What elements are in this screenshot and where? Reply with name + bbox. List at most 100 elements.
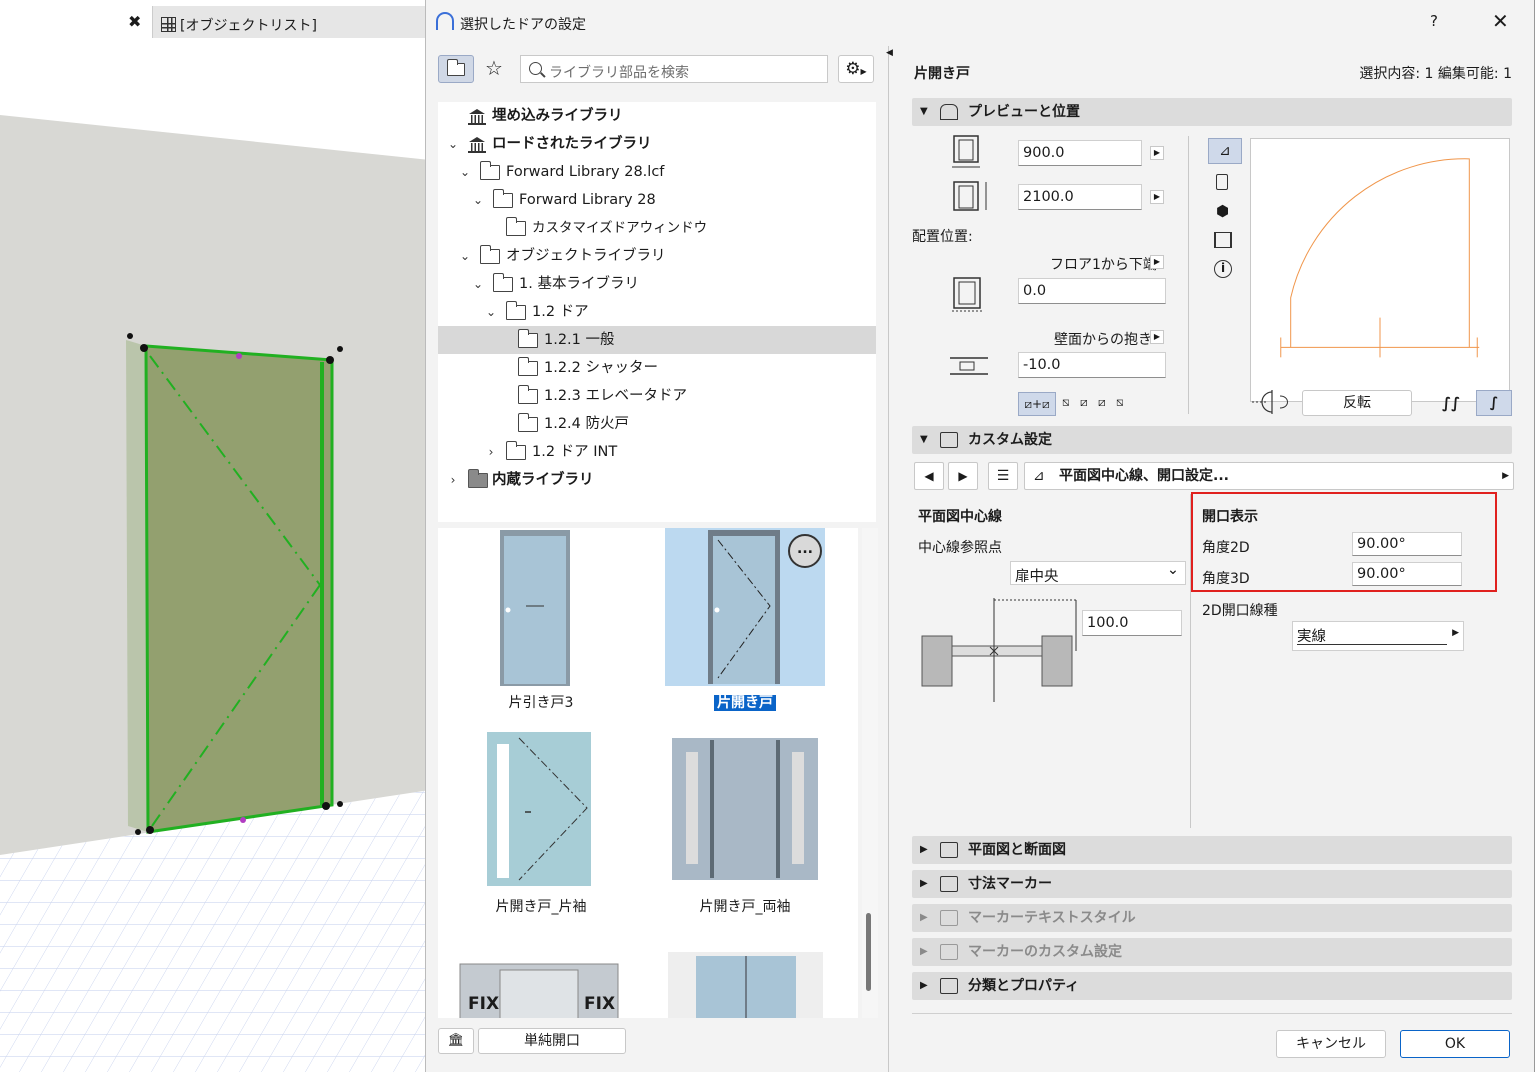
tree-item[interactable]: 1.2.3 エレベータドア	[438, 382, 876, 410]
library-search-input[interactable]: ライブラリ部品を検索	[520, 55, 828, 83]
help-button[interactable]: ?	[1430, 12, 1438, 30]
triangle-right-icon: ▶	[920, 946, 928, 957]
gear-icon: ⚙	[845, 59, 861, 79]
tree-item-selected[interactable]: 1.2.1 一般	[438, 326, 876, 354]
triangle-right-icon: ▶	[920, 878, 928, 889]
chevron-down-icon[interactable]: ⌄	[471, 186, 485, 214]
width-input[interactable]: 900.0	[1018, 140, 1142, 166]
line-type-select[interactable]: 実線 ▶	[1292, 621, 1464, 651]
wall-reveal-input[interactable]: -10.0	[1018, 352, 1166, 378]
pane-collapse-icon[interactable]: ◀	[886, 48, 893, 58]
anchor-option-icon[interactable]: ⧅	[1116, 395, 1124, 410]
section-classification[interactable]: ▶ 分類とプロパティ	[912, 972, 1512, 1000]
section-marker-text-style[interactable]: ▶ マーカーテキストスタイル	[912, 904, 1512, 932]
prev-page-button[interactable]: ◀	[914, 462, 944, 490]
folder-icon	[506, 301, 526, 320]
close-tab-icon[interactable]: ✖	[128, 12, 141, 31]
tree-item[interactable]: ⌄ 1.2 ドア	[438, 298, 876, 326]
thumbnail-double-door[interactable]	[666, 950, 826, 1018]
chevron-right-icon[interactable]: ›	[446, 466, 460, 494]
tree-item[interactable]: ⌄ Forward Library 28.lcf	[438, 158, 876, 186]
centerline-offset-input[interactable]: 100.0	[1082, 610, 1182, 636]
tree-item[interactable]: 1.2.4 防火戸	[438, 410, 876, 438]
thumbnails-scrollbar[interactable]	[862, 528, 878, 1018]
section-label: マーカーのカスタム設定	[968, 944, 1122, 960]
section-plan-section[interactable]: ▶ 平面図と断面図	[912, 836, 1512, 864]
chevron-down-icon[interactable]: ⌄	[458, 242, 472, 270]
thumbnail-label: 片引き戸3	[508, 695, 574, 711]
folder-icon	[518, 329, 538, 348]
tab-object-list[interactable]: [オブジェクトリスト]	[152, 6, 427, 38]
tree-item[interactable]: 1.2.2 シャッター	[438, 354, 876, 382]
tree-item-label: Forward Library 28	[519, 192, 656, 208]
tree-item[interactable]: カスタマイズドアウィンドウ	[438, 214, 876, 242]
anchor-option-icon[interactable]: ⧅	[1062, 395, 1070, 410]
chevron-down-icon[interactable]: ⌄	[458, 158, 472, 186]
wall-reference-button[interactable]: ▶	[1150, 330, 1164, 344]
3d-view-icon[interactable]: ⬢	[1216, 202, 1236, 222]
mirror-left-icon[interactable]: ∫∫	[1442, 394, 1460, 412]
next-page-button[interactable]: ▶	[948, 462, 978, 490]
height-options-button[interactable]: ▶	[1150, 190, 1164, 204]
chevron-down-icon[interactable]: ⌄	[446, 130, 460, 158]
tree-item[interactable]: ⌄ ロードされたライブラリ	[438, 130, 876, 158]
tree-item[interactable]: ⌄ Forward Library 28	[438, 186, 876, 214]
info-icon[interactable]: i	[1214, 260, 1232, 278]
tree-item[interactable]: ⌄ 1. 基本ライブラリ	[438, 270, 876, 298]
elevation-view-icon[interactable]	[1216, 174, 1228, 190]
thumbnail-sliding-door[interactable]	[488, 528, 628, 688]
flip-icon[interactable]	[1250, 388, 1296, 416]
plan-section-icon	[940, 842, 958, 858]
anchor-option-icon[interactable]: ⧄	[1098, 395, 1106, 410]
table-icon	[161, 17, 176, 32]
chevron-down-icon[interactable]: ⌄	[471, 270, 485, 298]
thumbnail-door-double-sidelight[interactable]	[670, 734, 820, 884]
door-preview-icon	[940, 104, 958, 120]
flip-button[interactable]: 反転	[1302, 390, 1412, 416]
angle-2d-label: 角度2D	[1202, 540, 1250, 556]
door-3d-model[interactable]	[126, 333, 343, 835]
anchor-center-button[interactable]: ⧄+⧄	[1018, 392, 1056, 416]
door-settings-dialog: 選択したドアの設定 ? ✕ ☆ ライブラリ部品を検索 ⚙▶ ◀ 埋め込みライブラ…	[425, 0, 1535, 1072]
folder-view-button[interactable]	[438, 55, 474, 83]
section-custom-settings[interactable]: ▼ カスタム設定	[912, 426, 1512, 454]
cancel-button[interactable]: キャンセル	[1276, 1030, 1386, 1058]
page-selector[interactable]: ⊿ 平面図中心線、開口設定... ▶	[1024, 462, 1514, 490]
floor-reference-button[interactable]: ▶	[1150, 255, 1164, 269]
floor-offset-input[interactable]: 0.0	[1018, 278, 1166, 304]
section-preview-position[interactable]: ▼ プレビューと位置	[912, 98, 1512, 126]
tree-item[interactable]: ⌄ オブジェクトライブラリ	[438, 242, 876, 270]
triangle-down-icon: ▼	[920, 106, 928, 117]
thumbnail-label-selected: 片開き戸	[660, 692, 830, 712]
scrollbar-thumb[interactable]	[866, 913, 871, 991]
page-list-button[interactable]: ☰	[988, 462, 1018, 490]
thumbnail-hinged-door[interactable]	[700, 528, 800, 688]
thumbnail-door-sidelight[interactable]	[483, 730, 623, 890]
angle-3d-input[interactable]: 90.00°	[1352, 562, 1462, 586]
section-dimension-marker[interactable]: ▶ 寸法マーカー	[912, 870, 1512, 898]
simple-opening-button[interactable]: 単純開口	[478, 1028, 626, 1054]
favorites-button[interactable]: ☆	[480, 55, 508, 83]
tree-item[interactable]: › 内蔵ライブラリ	[438, 466, 876, 494]
height-input[interactable]: 2100.0	[1018, 184, 1142, 210]
plan-view-icon[interactable]: ⊿	[1208, 138, 1242, 164]
mirror-right-icon[interactable]: ∫	[1476, 390, 1512, 416]
more-options-button[interactable]: ...	[788, 534, 822, 568]
library-settings-button[interactable]: ⚙▶	[838, 55, 874, 83]
width-options-button[interactable]: ▶	[1150, 146, 1164, 160]
close-button[interactable]: ✕	[1492, 9, 1509, 33]
section-marker-custom[interactable]: ▶ マーカーのカスタム設定	[912, 938, 1512, 966]
ok-button[interactable]: OK	[1400, 1030, 1510, 1058]
folder-icon	[493, 273, 513, 292]
angle-2d-input[interactable]: 90.00°	[1352, 532, 1462, 556]
section-view-icon[interactable]	[1214, 232, 1232, 248]
tree-item[interactable]: › 1.2 ドア INT	[438, 438, 876, 466]
library-manager-button[interactable]: 🏛	[438, 1028, 474, 1054]
door-plan-preview	[1250, 138, 1510, 402]
tree-item[interactable]: 埋め込みライブラリ	[438, 102, 876, 130]
chevron-right-icon[interactable]: ›	[484, 438, 498, 466]
anchor-option-icon[interactable]: ⧄	[1080, 395, 1088, 410]
opening-display-title: 開口表示	[1202, 509, 1258, 525]
chevron-down-icon[interactable]: ⌄	[484, 298, 498, 326]
centerline-ref-select[interactable]: 扉中央 ⌄	[1010, 561, 1186, 585]
